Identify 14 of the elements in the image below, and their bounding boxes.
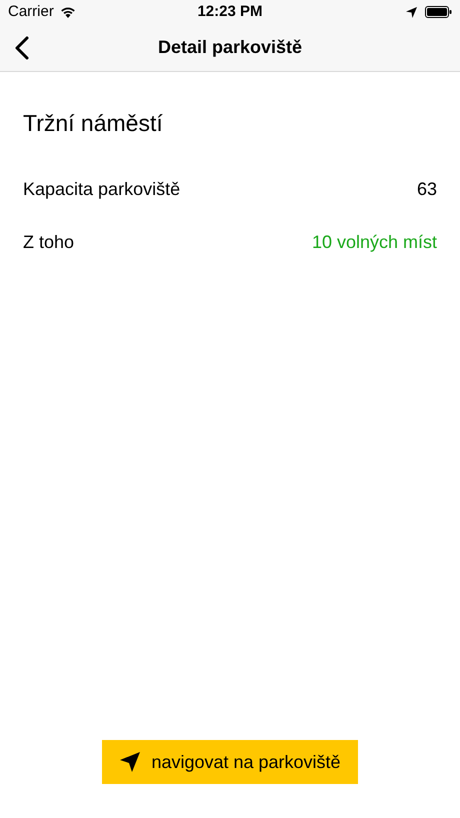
- location-arrow-icon: [406, 6, 417, 18]
- navigate-button[interactable]: navigovat na parkoviště: [102, 740, 358, 784]
- clock-time: 12:23 PM: [197, 2, 263, 22]
- row-value: 10 volných míst: [312, 230, 437, 254]
- wifi-icon: [60, 6, 76, 18]
- row-value: 63: [416, 178, 437, 200]
- parking-name: Tržní náměstí: [23, 109, 164, 138]
- battery-icon: [425, 6, 452, 18]
- row-label: Z toho: [23, 230, 74, 254]
- chevron-left-icon: [15, 36, 29, 60]
- row-label: Kapacita parkoviště: [23, 178, 180, 201]
- navigation-arrow-icon: [119, 751, 142, 773]
- carrier-label: Carrier: [8, 2, 54, 22]
- screen-title: Detail parkoviště: [158, 36, 302, 59]
